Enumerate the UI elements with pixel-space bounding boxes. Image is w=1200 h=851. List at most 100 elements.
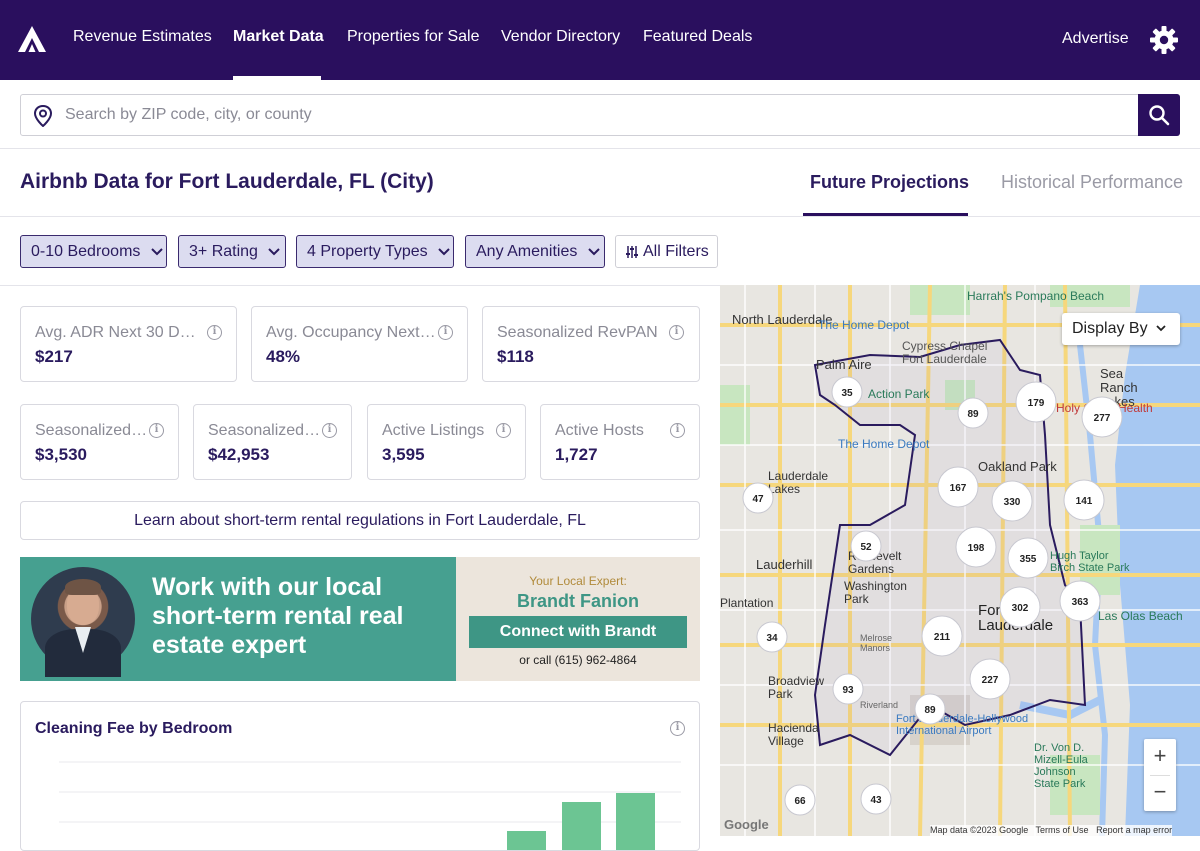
search-input[interactable] [65,101,1125,129]
info-icon[interactable]: i [496,423,511,438]
nav-active-indicator [233,76,321,80]
location-pin-icon [33,104,53,128]
nav-properties-for-sale[interactable]: Properties for Sale [347,28,480,46]
cluster-marker[interactable]: 211 [921,615,963,657]
metric-label: Active Hosts [555,422,644,439]
filter-amenities[interactable]: Any Amenities [465,235,605,268]
metric-label: Avg. Occupancy Next … [266,324,438,341]
metric-card-active-listings: Active Listings i 3,595 [367,404,526,480]
svg-text:43: 43 [870,795,882,806]
metric-label: Seasonalized … [208,422,322,439]
info-icon[interactable]: i [669,325,684,340]
nav-vendor-directory[interactable]: Vendor Directory [501,28,620,46]
map-footer: Map data ©2023 Google Terms of Use Repor… [930,825,1173,836]
cluster-layer: 35 89 179 277 47 167 330 141 52 198 355 … [742,376,1123,816]
svg-text:35: 35 [841,388,853,399]
connect-button[interactable]: Connect with Brandt [469,616,687,648]
divider [0,148,1200,149]
cluster-marker[interactable]: 47 [742,482,774,514]
cluster-marker[interactable]: 330 [991,480,1033,522]
svg-text:93: 93 [842,685,854,696]
gear-icon[interactable] [1150,26,1178,54]
report-map-error-link[interactable]: Report a map error [1096,825,1172,835]
info-icon[interactable]: i [149,423,164,438]
all-filters-button[interactable]: All Filters [615,235,718,268]
chart-plot [59,761,681,850]
zoom-controls: + − [1144,739,1176,811]
svg-text:198: 198 [968,543,985,554]
nav-featured-deals[interactable]: Featured Deals [643,28,752,46]
cluster-marker[interactable]: 227 [969,658,1011,700]
terms-link[interactable]: Terms of Use [1036,825,1089,835]
svg-text:302: 302 [1012,603,1029,614]
cluster-marker[interactable]: 66 [784,784,816,816]
chart-bar [562,802,601,850]
svg-text:141: 141 [1076,496,1093,507]
expert-name: Brandt Fanion [517,591,639,611]
svg-text:34: 34 [766,633,778,644]
info-icon[interactable]: i [322,423,337,438]
tab-future-projections[interactable]: Future Projections [810,172,969,193]
cluster-marker[interactable]: 355 [1007,537,1049,579]
chevron-down-icon [268,236,281,267]
chart-bar [507,831,546,850]
listings-map[interactable]: North Lauderdale The Home Depot Harrah's… [720,285,1200,836]
cluster-marker[interactable]: 93 [832,673,864,705]
brand-logo-icon[interactable] [18,26,46,52]
cluster-marker[interactable]: 302 [999,586,1041,628]
page-title: Airbnb Data for Fort Lauderdale, FL (Cit… [20,170,434,193]
cluster-marker[interactable]: 198 [955,526,997,568]
tab-historical-performance[interactable]: Historical Performance [1001,172,1183,193]
svg-text:330: 330 [1004,497,1021,508]
filter-rating[interactable]: 3+ Rating [178,235,286,268]
cluster-marker[interactable]: 277 [1081,396,1123,438]
zoom-out-button[interactable]: − [1144,775,1176,811]
advertise-link[interactable]: Advertise [1062,30,1129,48]
filter-bedrooms[interactable]: 0-10 Bedrooms [20,235,167,268]
cluster-marker[interactable]: 43 [860,783,892,815]
search-button[interactable] [1138,94,1180,136]
cluster-marker[interactable]: 35 [831,376,863,408]
svg-text:167: 167 [950,483,967,494]
chevron-down-icon [588,236,600,267]
call-phone[interactable]: or call (615) 962-4864 [456,653,700,667]
metric-card-seasonalized-annual: Seasonalized … i $42,953 [193,404,352,480]
zoom-in-button[interactable]: + [1144,739,1176,775]
metric-label: Avg. ADR Next 30 Days [35,324,200,341]
chart-bar [616,793,655,850]
svg-text:47: 47 [752,494,764,505]
info-icon[interactable]: i [207,325,222,340]
cluster-marker[interactable]: 52 [850,530,882,562]
cluster-marker[interactable]: 179 [1015,381,1057,423]
cluster-marker[interactable]: 34 [756,621,788,653]
metric-value: $217 [35,347,73,366]
metric-label: Seasonalized RevPAN [497,324,658,341]
nav-market-data[interactable]: Market Data [233,28,324,46]
info-icon[interactable]: i [438,325,453,340]
chevron-down-icon [151,236,163,267]
cluster-marker[interactable]: 363 [1059,580,1101,622]
top-nav: Revenue Estimates Market Data Properties… [0,0,1200,80]
expert-label: Your Local Expert: [529,574,627,588]
metric-card-adr: Avg. ADR Next 30 Days i $217 [20,306,237,382]
metric-value: 1,727 [555,445,598,464]
regulations-link[interactable]: Learn about short-term rental regulation… [20,501,700,540]
nav-revenue-estimates[interactable]: Revenue Estimates [73,28,212,46]
cluster-marker[interactable]: 89 [914,693,946,725]
expert-banner[interactable]: Work with our local short-term rental re… [20,557,700,681]
metric-value: 48% [266,347,301,366]
info-icon[interactable]: i [670,423,685,438]
svg-text:89: 89 [924,705,936,716]
cluster-marker[interactable]: 89 [957,397,989,429]
display-by-label: Display By [1072,320,1148,337]
cluster-marker[interactable]: 141 [1063,479,1105,521]
chevron-down-icon [1156,325,1166,332]
metric-card-revpan: Seasonalized RevPAN i $118 [482,306,700,382]
display-by-dropdown[interactable]: Display By [1062,313,1180,345]
search-icon [1149,105,1170,126]
chevron-down-icon [438,236,450,267]
filter-property-types[interactable]: 4 Property Types [296,235,454,268]
metric-value: $3,530 [35,445,87,464]
cluster-marker[interactable]: 167 [937,466,979,508]
svg-text:227: 227 [982,675,999,686]
